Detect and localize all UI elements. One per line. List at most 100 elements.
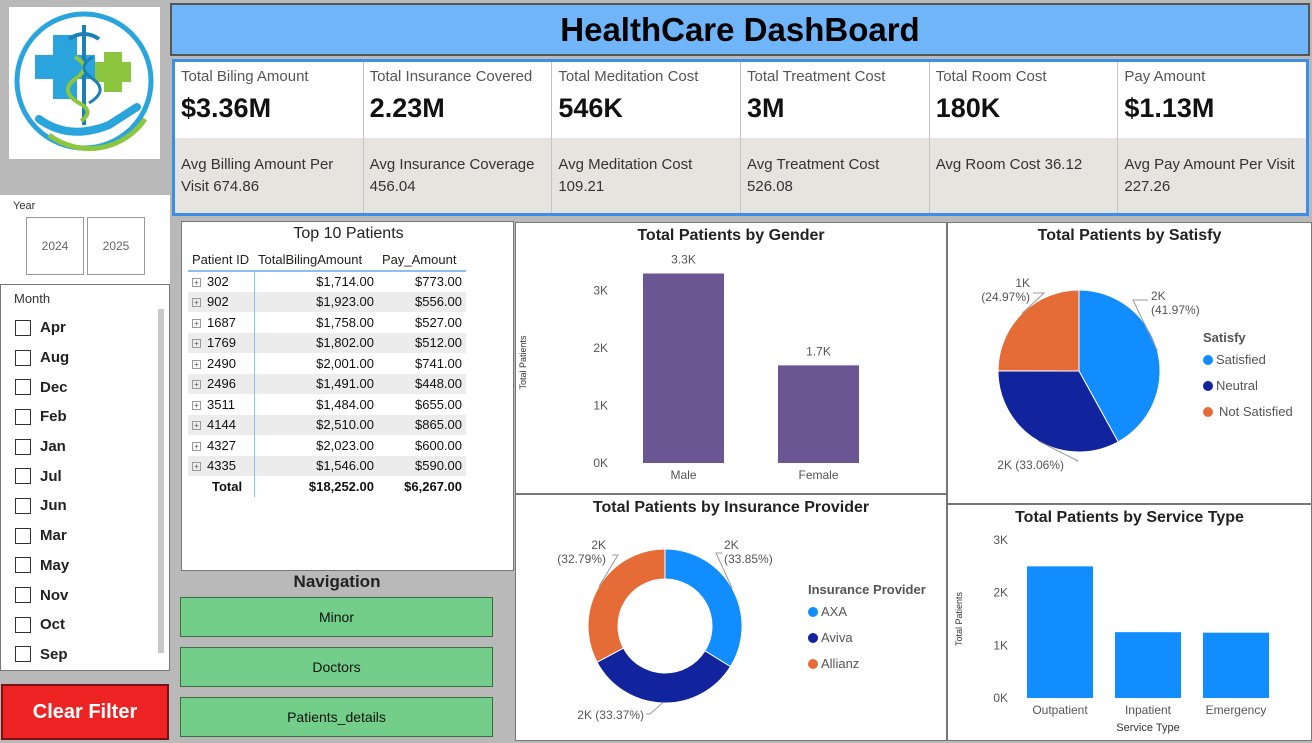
month-option-jun[interactable]: Jun: [15, 491, 150, 521]
month-option-mar[interactable]: Mar: [15, 521, 150, 551]
patient-id: 3511: [207, 396, 235, 412]
y-tick-label: 3K: [993, 533, 1008, 547]
table-row[interactable]: +302 $1,714.00 $773.00: [188, 271, 466, 292]
expand-icon[interactable]: +: [192, 298, 201, 308]
checkbox[interactable]: [15, 646, 31, 663]
patient-id: 4335: [207, 458, 236, 474]
table-row[interactable]: +2490 $2,001.00 $741.00: [188, 353, 466, 374]
expand-icon[interactable]: +: [192, 318, 201, 328]
month-scrollbar[interactable]: [158, 309, 164, 653]
month-option-aug[interactable]: Aug: [15, 343, 150, 373]
checkbox[interactable]: [15, 468, 31, 485]
expand-icon[interactable]: +: [192, 278, 201, 288]
x-tick-label: Emergency: [1206, 703, 1267, 717]
legend-marker: [808, 659, 818, 669]
y-tick-label: 3K: [593, 284, 608, 298]
bar-outpatient[interactable]: [1027, 566, 1093, 698]
month-slicer-title: Month: [14, 291, 51, 306]
table-row[interactable]: +1687 $1,758.00 $527.00: [188, 312, 466, 333]
legend-title: Insurance Provider: [808, 582, 926, 597]
checkbox[interactable]: [15, 497, 31, 514]
slice-axa[interactable]: [664, 548, 743, 668]
medical-caduceus-logo-icon: [14, 11, 154, 152]
patient-id: 2496: [207, 376, 236, 392]
table-row[interactable]: +4335 $1,546.00 $590.00: [188, 455, 466, 476]
expand-icon[interactable]: +: [192, 359, 201, 369]
checkbox[interactable]: [15, 616, 31, 633]
month-list: Apr Aug Dec Feb Jan Jul Jun Mar May Nov Oct Sep: [15, 313, 150, 669]
expand-icon[interactable]: +: [192, 400, 201, 410]
legend-item: Aviva: [821, 630, 853, 645]
expand-icon[interactable]: +: [192, 380, 201, 390]
bar-emergency[interactable]: [1203, 632, 1269, 698]
legend-marker: [1203, 381, 1213, 391]
kpi-total: Total Meditation Cost 546K: [552, 62, 741, 138]
kpi-card: Total Meditation Cost 546K Avg Meditation …: [552, 62, 742, 213]
nav-minor-button[interactable]: Minor: [180, 597, 493, 637]
table-row[interactable]: +2496 $1,491.00 $448.00: [188, 373, 466, 394]
kpi-value: 546K: [558, 93, 623, 123]
month-option-may[interactable]: May: [15, 551, 150, 581]
pay-amount-cell: $512.00: [378, 332, 466, 353]
kpi-label: Total Insurance Covered: [369, 68, 533, 85]
service-chart: 0K 1K 2K 3K Total Patients Service Type Outpat…: [954, 533, 1269, 734]
data-label-line: 2K: [1151, 289, 1166, 303]
checkbox[interactable]: [15, 319, 31, 336]
checkbox[interactable]: [15, 557, 31, 574]
month-label: Feb: [40, 408, 67, 426]
nav-patients-details-button[interactable]: Patients_details: [180, 697, 493, 737]
column-header-pay-amount[interactable]: Pay_Amount: [378, 249, 466, 272]
expand-icon[interactable]: +: [192, 441, 201, 451]
table-row[interactable]: +4144 $2,510.00 $865.00: [188, 414, 466, 435]
data-label-line: 2K: [724, 538, 739, 552]
kpi-value: 3M: [747, 93, 785, 123]
month-label: Sep: [40, 645, 68, 663]
data-label-line: (32.79%): [557, 552, 606, 566]
patient-id-cell: +4327: [188, 435, 255, 456]
kpi-card: Total Insurance Covered 2.23M Avg Insuranc…: [363, 62, 553, 213]
month-label: May: [40, 556, 70, 574]
top-patients-table: Patient ID TotalBilingAmount Pay_Amount …: [188, 249, 466, 497]
month-option-jan[interactable]: Jan: [15, 432, 150, 462]
month-option-feb[interactable]: Feb: [15, 402, 150, 432]
checkbox[interactable]: [15, 438, 31, 455]
checkbox[interactable]: [15, 408, 31, 425]
expand-icon[interactable]: +: [192, 462, 201, 472]
pay-amount-cell: $865.00: [378, 414, 466, 435]
slice-aviva[interactable]: [596, 647, 732, 704]
checkbox[interactable]: [15, 527, 31, 544]
data-label-line: (41.97%): [1151, 303, 1200, 317]
checkbox[interactable]: [15, 587, 31, 604]
bar-male[interactable]: [643, 273, 724, 463]
year-option-2025[interactable]: 2025: [87, 217, 145, 275]
year-option-2024[interactable]: 2024: [26, 217, 84, 275]
table-row[interactable]: +4327 $2,023.00 $600.00: [188, 435, 466, 456]
month-option-nov[interactable]: Nov: [15, 580, 150, 610]
table-row[interactable]: +3511 $1,484.00 $655.00: [188, 394, 466, 415]
month-option-sep[interactable]: Sep: [15, 640, 150, 670]
total-billing-cell: $1,714.00: [316, 274, 374, 290]
expand-icon[interactable]: +: [192, 421, 201, 431]
data-label-line: 2K (33.06%): [997, 458, 1064, 472]
bar-inpatient[interactable]: [1115, 632, 1181, 698]
total-billing-cell: $2,001.00: [316, 355, 374, 371]
column-header-total-billing[interactable]: TotalBilingAmount: [254, 249, 378, 272]
bar-female[interactable]: [778, 365, 859, 463]
clear-filter-button[interactable]: Clear Filter: [1, 684, 169, 740]
navigation-title: Navigation: [293, 572, 381, 591]
month-option-dec[interactable]: Dec: [15, 372, 150, 402]
month-label: Apr: [40, 319, 66, 337]
table-row[interactable]: +1769 $1,802.00 $512.00: [188, 332, 466, 353]
checkbox[interactable]: [15, 349, 31, 366]
month-option-oct[interactable]: Oct: [15, 610, 150, 640]
month-option-jul[interactable]: Jul: [15, 461, 150, 491]
expand-icon[interactable]: +: [192, 339, 201, 349]
y-axis-title: Total Patients: [954, 591, 964, 646]
month-option-apr[interactable]: Apr: [15, 313, 150, 343]
x-tick-label: Female: [798, 468, 838, 482]
table-row[interactable]: +902 $1,923.00 $556.00: [188, 291, 466, 312]
nav-doctors-button[interactable]: Doctors: [180, 647, 493, 687]
column-header-patient-id[interactable]: Patient ID: [188, 249, 254, 272]
checkbox[interactable]: [15, 379, 31, 396]
patient-id: 4327: [207, 437, 236, 453]
